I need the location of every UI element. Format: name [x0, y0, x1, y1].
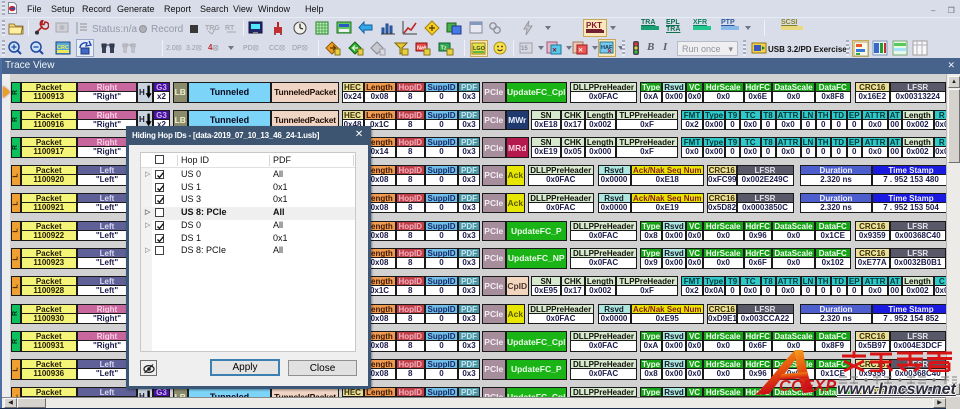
- svg-text:✕: ✕: [607, 48, 612, 55]
- svg-text:RT: RT: [225, 25, 235, 32]
- svg-text:✕: ✕: [578, 47, 583, 54]
- svg-text:✕: ✕: [552, 47, 557, 54]
- svg-text:Tz: Tz: [440, 46, 446, 52]
- svg-text:15: 15: [521, 46, 528, 52]
- svg-text:TRG: TRG: [205, 25, 220, 32]
